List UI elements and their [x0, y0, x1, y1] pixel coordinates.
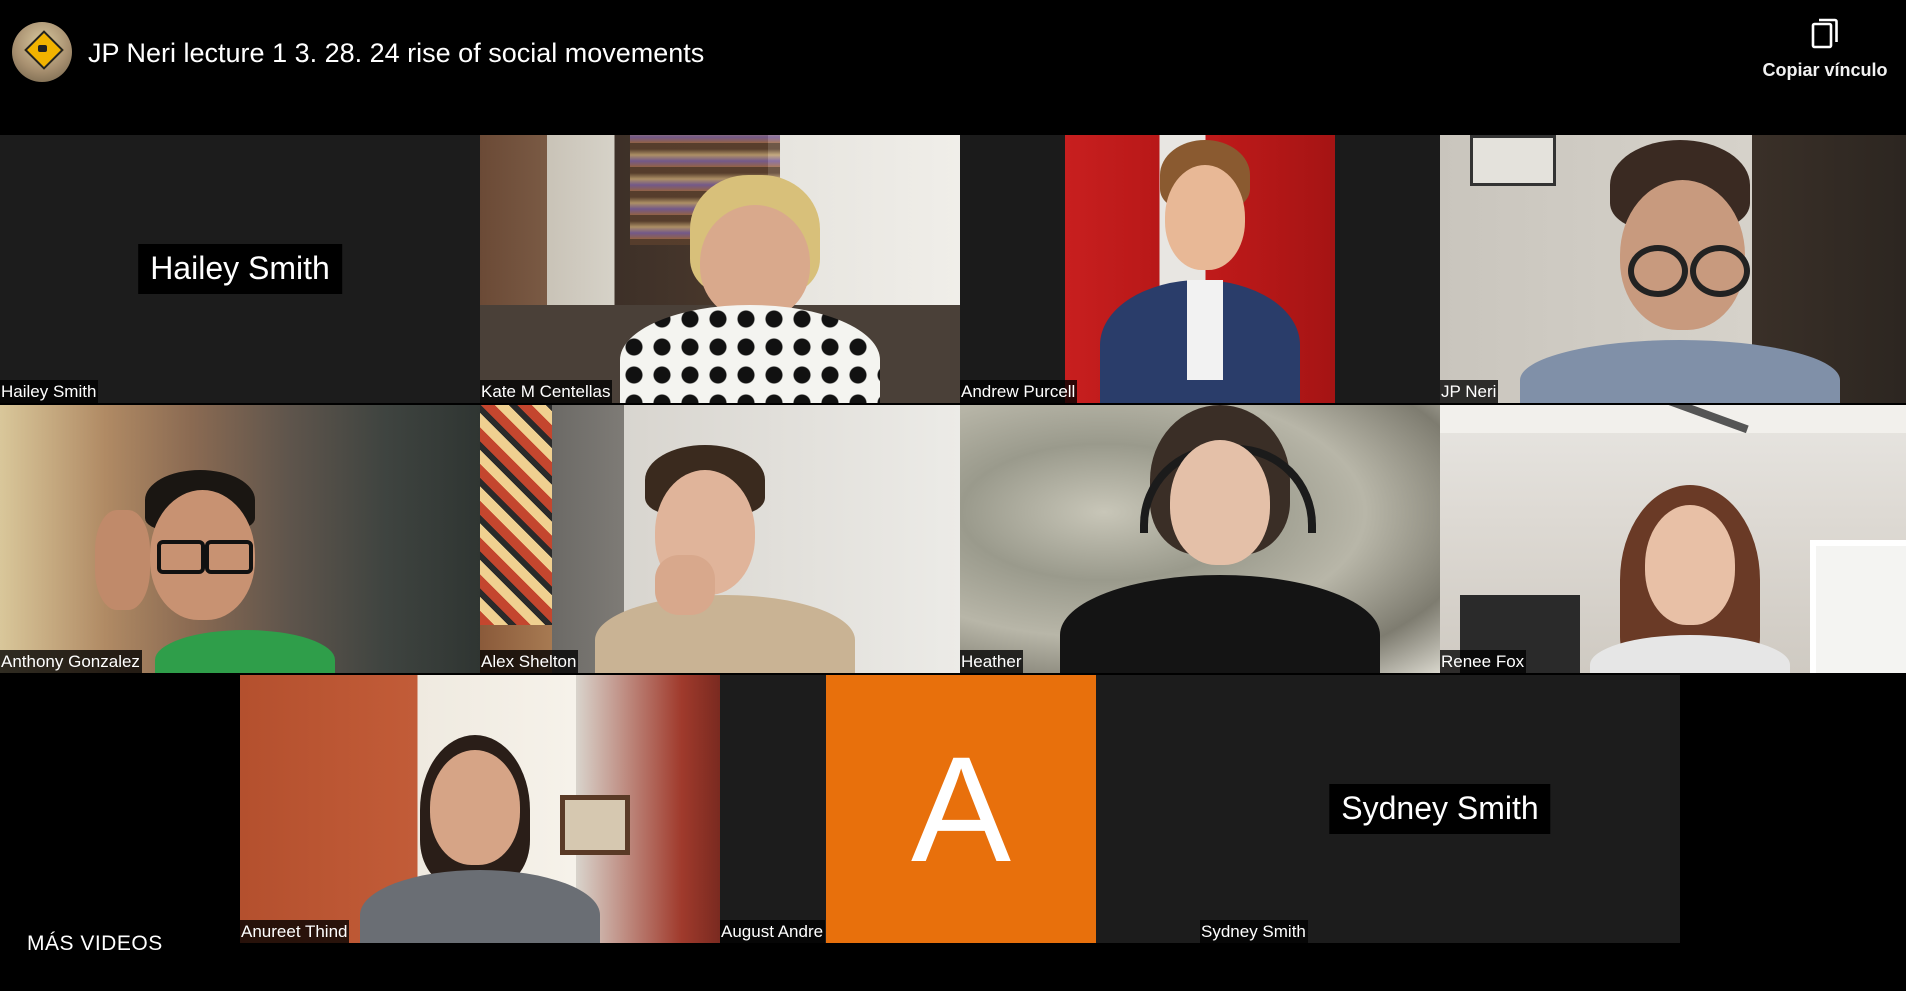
- participant-name-label: Sydney Smith: [1200, 920, 1308, 943]
- participant-tile: Anureet Thind: [240, 675, 720, 943]
- participant-tile: Sydney Smith Sydney Smith: [1200, 675, 1680, 943]
- participant-initial-avatar: A: [826, 675, 1096, 943]
- participant-tile: Kate M Centellas: [480, 135, 960, 403]
- participant-tile: Alex Shelton: [480, 405, 960, 673]
- participant-center-name: Sydney Smith: [1329, 784, 1551, 834]
- participant-video: [0, 405, 480, 673]
- copy-icon: [1811, 18, 1838, 49]
- participant-name-label: August Andre: [720, 920, 826, 943]
- participant-name-label: Andrew Purcell: [960, 380, 1078, 403]
- copy-link-button[interactable]: Copiar vínculo: [1750, 18, 1900, 90]
- participant-tile: A August Andre: [720, 675, 1200, 943]
- participant-tile: Heather: [960, 405, 1440, 673]
- participant-name-label: JP Neri: [1440, 380, 1499, 403]
- video-title[interactable]: JP Neri lecture 1 3. 28. 24 rise of soci…: [88, 38, 704, 69]
- participant-video: [1440, 135, 1906, 403]
- video-header: JP Neri lecture 1 3. 28. 24 rise of soci…: [0, 0, 1906, 108]
- participant-name-label: Anureet Thind: [240, 920, 350, 943]
- participant-video: [240, 675, 720, 943]
- copy-link-label: Copiar vínculo: [1762, 60, 1888, 80]
- participant-tile: Renee Fox: [1440, 405, 1906, 673]
- participant-name-label: Renee Fox: [1440, 650, 1527, 673]
- more-videos-button[interactable]: MÁS VIDEOS: [27, 932, 163, 956]
- participant-name-label: Alex Shelton: [480, 650, 579, 673]
- participant-tile: Andrew Purcell: [960, 135, 1440, 403]
- participant-tile: Anthony Gonzalez: [0, 405, 480, 673]
- participant-video: [480, 135, 960, 403]
- participant-video: [480, 405, 960, 673]
- channel-avatar[interactable]: [12, 22, 72, 82]
- participant-name-label: Kate M Centellas: [480, 380, 613, 403]
- participant-tile: Hailey Smith Hailey Smith: [0, 135, 480, 403]
- participant-name-label: Anthony Gonzalez: [0, 650, 142, 673]
- participant-name-label: Hailey Smith: [0, 380, 99, 403]
- participant-video: [1065, 135, 1335, 403]
- participant-video: [960, 405, 1440, 673]
- participant-center-name: Hailey Smith: [138, 244, 342, 294]
- participant-tile: JP Neri: [1440, 135, 1906, 403]
- participant-video: [1440, 405, 1906, 673]
- participant-name-label: Heather: [960, 650, 1024, 673]
